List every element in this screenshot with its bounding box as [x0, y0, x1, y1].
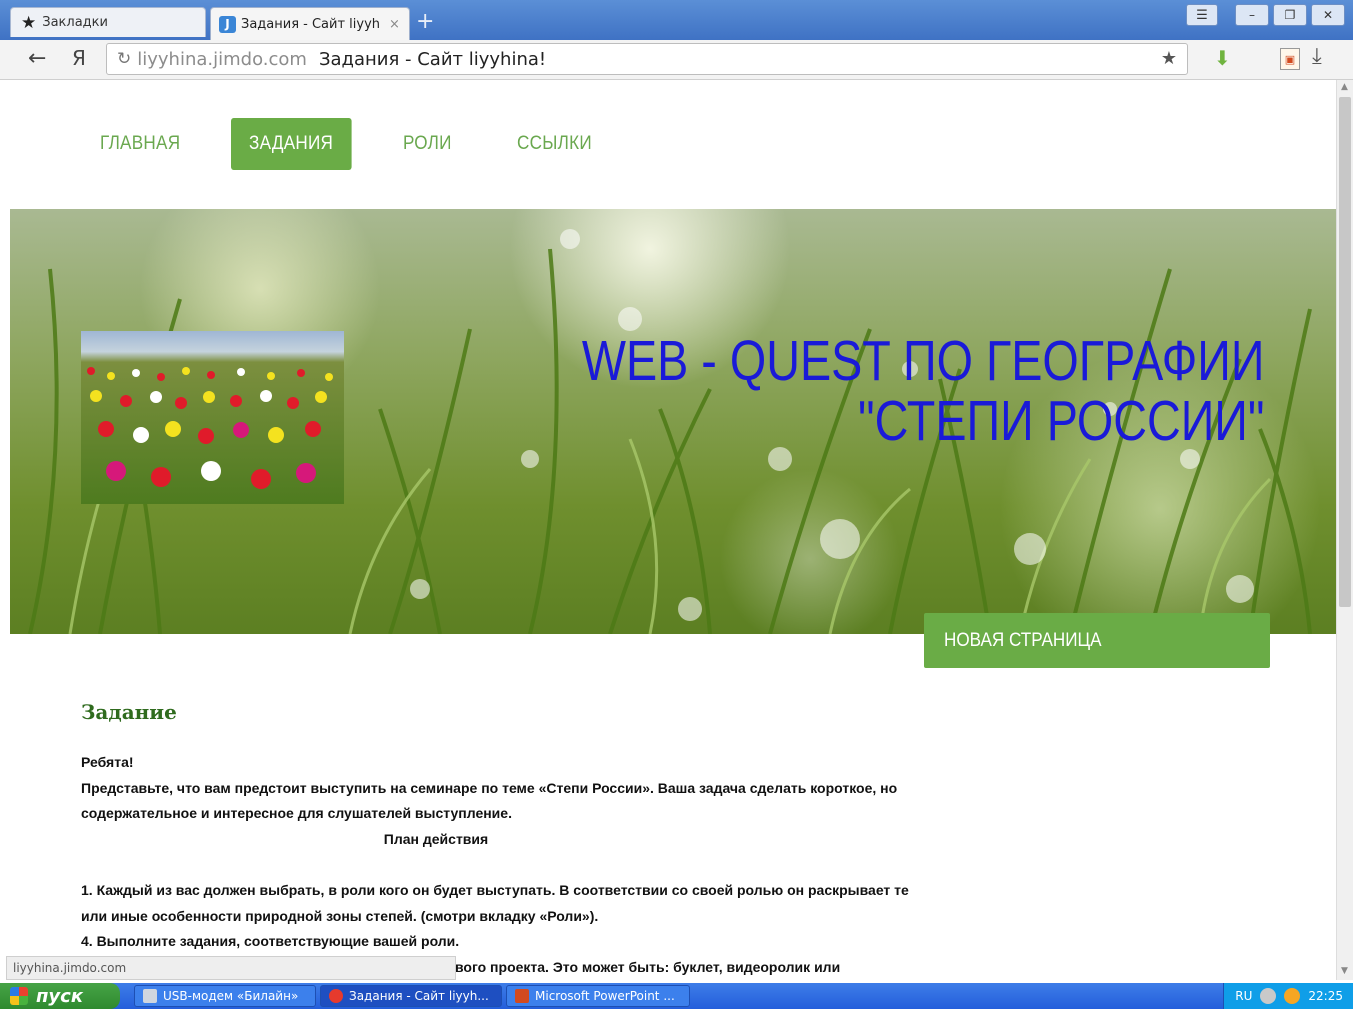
clock: 22:25 — [1308, 989, 1343, 1003]
active-browser-tab[interactable]: J Задания - Сайт liyyhina × — [210, 7, 410, 40]
extension-download-icon[interactable]: ⬇ — [1214, 46, 1231, 70]
bookmarks-tab-label: Закладки — [42, 15, 108, 30]
taskbar-item-label: Задания - Сайт liyyh... — [349, 989, 489, 1003]
taskbar-item-label: USB-модем «Билайн» — [163, 989, 299, 1003]
page-heading: Задание — [81, 700, 177, 724]
hero-title-line-1: WEB - QUEST ПО ГЕОГРАФИИ — [581, 329, 1264, 393]
close-window-icon[interactable]: ✕ — [1311, 4, 1345, 26]
system-tray: RU 22:25 — [1223, 983, 1353, 1009]
taskbar-item-powerpoint[interactable]: Microsoft PowerPoint ... — [506, 985, 690, 1007]
greeting-paragraph: Ребята! — [81, 754, 134, 770]
downloads-icon[interactable]: ⤓ — [1312, 44, 1322, 69]
close-tab-icon[interactable]: × — [389, 17, 400, 32]
active-tab-title: Задания - Сайт liyyhina — [241, 16, 381, 32]
start-button[interactable]: пуск — [0, 983, 120, 1009]
windows-flag-icon — [10, 987, 28, 1005]
main-content: Задание Ребята! Представьте, что вам пре… — [81, 700, 911, 980]
powerpoint-extension-icon[interactable]: ▣ — [1280, 48, 1300, 70]
nav-item-links[interactable]: ССЫЛКИ — [499, 118, 610, 170]
bookmark-star-icon[interactable]: ★ — [1161, 48, 1177, 69]
start-label: пуск — [36, 985, 84, 1007]
browser-menu-icon[interactable]: ☰ — [1186, 4, 1218, 26]
new-tab-button[interactable]: + — [416, 10, 434, 34]
plan-heading: План действия — [383, 830, 489, 847]
scrollbar-thumb[interactable] — [1339, 97, 1351, 607]
hero-banner: WEB - QUEST ПО ГЕОГРАФИИ "СТЕПИ РОССИИ" — [10, 209, 1336, 634]
yandex-browser-icon — [329, 989, 343, 1003]
taskbar-item-browser[interactable]: Задания - Сайт liyyh... — [320, 985, 502, 1007]
jimdo-favicon-icon: J — [219, 15, 236, 33]
page-scrollbar[interactable]: ▲ ▼ — [1336, 80, 1353, 980]
minimize-icon[interactable]: – — [1235, 4, 1269, 26]
modem-icon — [143, 989, 157, 1003]
bookmarks-tab[interactable]: ★ Закладки — [10, 7, 206, 37]
status-bar-url: liyyhina.jimdo.com — [6, 956, 456, 980]
hero-title: WEB - QUEST ПО ГЕОГРАФИИ "СТЕПИ РОССИИ" — [581, 331, 1264, 451]
site-navigation: ГЛАВНАЯ ЗАДАНИЯ РОЛИ ССЫЛКИ — [82, 118, 622, 170]
hero-title-line-2: "СТЕПИ РОССИИ" — [857, 389, 1264, 453]
window-controls: – ❐ ✕ — [1235, 4, 1345, 26]
taskbar-item-label: Microsoft PowerPoint ... — [535, 989, 675, 1003]
nav-item-roles[interactable]: РОЛИ — [385, 118, 470, 170]
tray-arrow-icon[interactable] — [1260, 988, 1277, 1004]
taskbar-item-usb-modem[interactable]: USB-модем «Билайн» — [134, 985, 316, 1007]
powerpoint-icon — [515, 989, 529, 1003]
nav-item-tasks[interactable]: ЗАДАНИЯ — [231, 118, 352, 170]
page-viewport: ГЛАВНАЯ ЗАДАНИЯ РОЛИ ССЫЛКИ WEB - QUEST … — [0, 80, 1336, 980]
nav-item-home[interactable]: ГЛАВНАЯ — [82, 118, 198, 170]
browser-toolbar: ← Я ↻ liyyhina.jimdo.com Задания - Сайт … — [0, 40, 1353, 80]
step-4-paragraph: 4. Выполните задания, соответствующие ва… — [81, 933, 460, 950]
new-page-button-label: НОВАЯ СТРАНИЦА — [944, 629, 1102, 651]
windows-taskbar: пуск USB-модем «Билайн» Задания - Сайт l… — [0, 983, 1353, 1009]
language-indicator[interactable]: RU — [1235, 989, 1252, 1003]
scroll-down-icon[interactable]: ▼ — [1341, 966, 1348, 976]
tulip-field-photo — [81, 331, 344, 504]
reload-icon[interactable]: ↻ — [117, 49, 131, 69]
intro-paragraph: Представьте, что вам предстоит выступить… — [81, 779, 898, 822]
address-page-title: Задания - Сайт liyyhina! — [318, 48, 547, 70]
address-host: liyyhina.jimdo.com — [137, 48, 307, 70]
step-1-paragraph: 1. Каждый из вас должен выбрать, в роли … — [81, 881, 909, 924]
yandex-icon[interactable]: Я — [72, 46, 86, 70]
address-bar[interactable]: ↻ liyyhina.jimdo.com Задания - Сайт liyy… — [106, 43, 1188, 75]
scroll-up-icon[interactable]: ▲ — [1341, 82, 1348, 92]
restore-icon[interactable]: ❐ — [1273, 4, 1307, 26]
browser-tab-bar: ★ Закладки J Задания - Сайт liyyhina × +… — [0, 0, 1353, 40]
back-arrow-icon[interactable]: ← — [28, 46, 46, 71]
tray-app-icon[interactable] — [1284, 988, 1301, 1004]
new-page-button[interactable]: НОВАЯ СТРАНИЦА — [924, 613, 1270, 668]
star-icon: ★ — [21, 12, 37, 33]
